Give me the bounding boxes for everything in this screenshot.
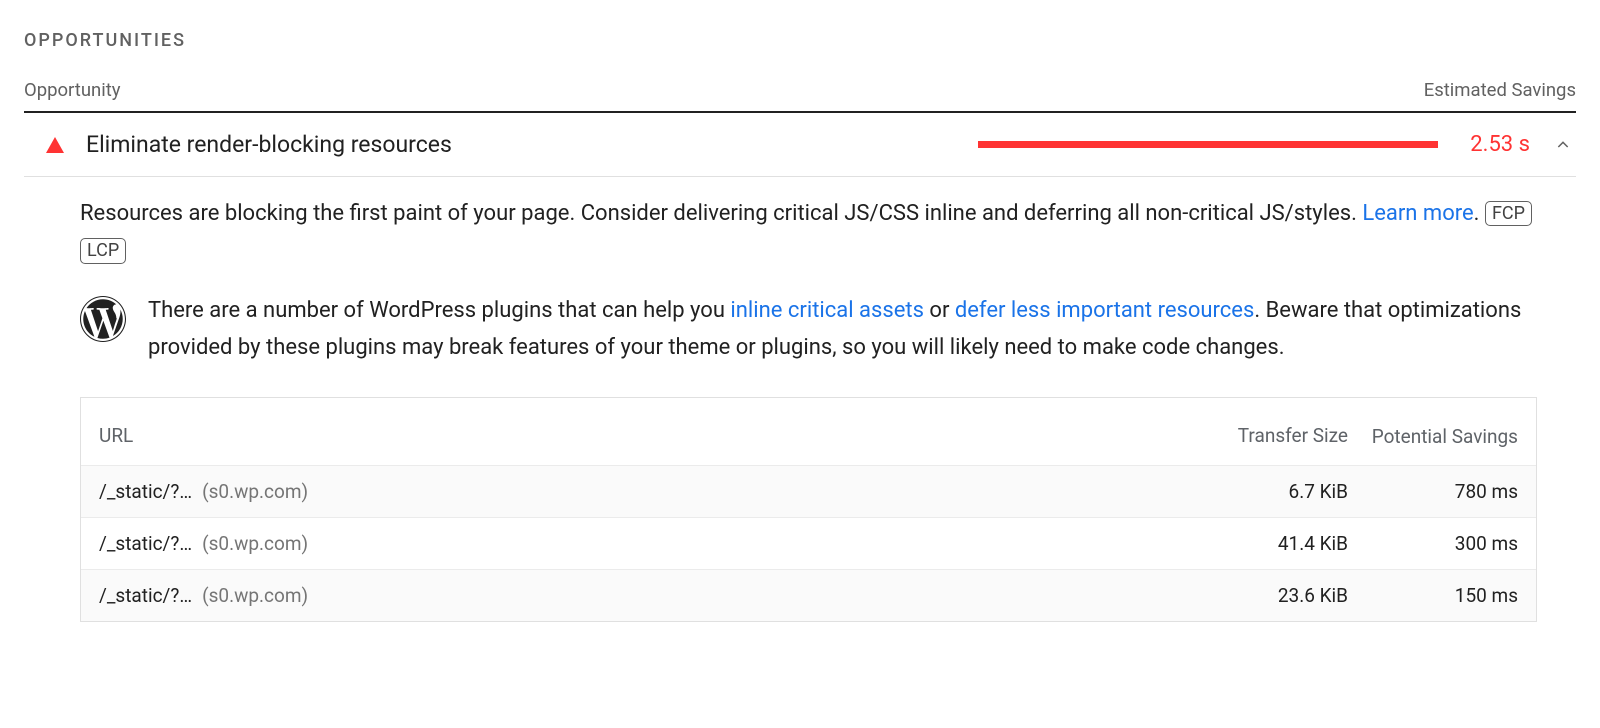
cell-url: /_static/?… (s0.wp.com)	[99, 532, 1168, 555]
audit-summary-row[interactable]: Eliminate render-blocking resources 2.53…	[24, 113, 1576, 177]
audit-description: Resources are blocking the first paint o…	[80, 195, 1576, 270]
audit-title: Eliminate render-blocking resources	[86, 131, 452, 158]
savings-value: 2.53 s	[1470, 132, 1530, 157]
section-title: OPPORTUNITIES	[24, 0, 1576, 65]
url-path[interactable]: /_static/?…	[99, 532, 192, 555]
chevron-up-icon	[1555, 137, 1571, 153]
cell-potential-savings: 300 ms	[1348, 532, 1518, 555]
url-host: (s0.wp.com)	[202, 584, 308, 607]
table-row: /_static/?… (s0.wp.com) 23.6 KiB 150 ms	[81, 569, 1536, 621]
cell-transfer-size: 23.6 KiB	[1168, 584, 1348, 607]
stack-text-pre: There are a number of WordPress plugins …	[148, 298, 730, 323]
fail-triangle-icon	[46, 137, 64, 153]
col-header-estimated-savings: Estimated Savings	[1424, 79, 1576, 101]
cell-transfer-size: 41.4 KiB	[1168, 532, 1348, 555]
url-path[interactable]: /_static/?…	[99, 480, 192, 503]
defer-resources-link[interactable]: defer less important resources	[955, 298, 1254, 323]
url-host: (s0.wp.com)	[202, 480, 308, 503]
stack-pack-text: There are a number of WordPress plugins …	[148, 292, 1576, 367]
resources-table: URL Transfer Size Potential Savings /_st…	[80, 397, 1537, 623]
url-path[interactable]: /_static/?…	[99, 584, 192, 607]
col-header-url: URL	[99, 424, 1168, 447]
collapse-toggle[interactable]	[1550, 132, 1576, 158]
inline-critical-assets-link[interactable]: inline critical assets	[730, 298, 924, 323]
cell-potential-savings: 780 ms	[1348, 480, 1518, 503]
stack-text-mid: or	[924, 298, 955, 323]
audit-details: Resources are blocking the first paint o…	[24, 177, 1576, 622]
col-header-transfer-size: Transfer Size	[1168, 424, 1348, 447]
cell-transfer-size: 6.7 KiB	[1168, 480, 1348, 503]
cell-url: /_static/?… (s0.wp.com)	[99, 584, 1168, 607]
savings-bar	[978, 141, 1438, 148]
cell-url: /_static/?… (s0.wp.com)	[99, 480, 1168, 503]
table-row: /_static/?… (s0.wp.com) 41.4 KiB 300 ms	[81, 517, 1536, 569]
table-header-row: URL Transfer Size Potential Savings	[81, 398, 1536, 466]
learn-more-link[interactable]: Learn more	[1362, 201, 1473, 226]
col-header-potential-savings: Potential Savings	[1348, 424, 1518, 450]
url-host: (s0.wp.com)	[202, 532, 308, 555]
metric-badge-lcp: LCP	[80, 238, 126, 263]
table-row: /_static/?… (s0.wp.com) 6.7 KiB 780 ms	[81, 465, 1536, 517]
audit-description-text: Resources are blocking the first paint o…	[80, 201, 1362, 226]
stack-pack-row: There are a number of WordPress plugins …	[80, 292, 1576, 367]
cell-potential-savings: 150 ms	[1348, 584, 1518, 607]
metric-badge-fcp: FCP	[1485, 201, 1532, 226]
savings-bar-wrap	[466, 141, 1456, 148]
opportunities-header-row: Opportunity Estimated Savings	[24, 65, 1576, 113]
col-header-opportunity: Opportunity	[24, 79, 121, 101]
wordpress-icon	[80, 296, 126, 342]
audit-description-post: .	[1474, 201, 1480, 226]
